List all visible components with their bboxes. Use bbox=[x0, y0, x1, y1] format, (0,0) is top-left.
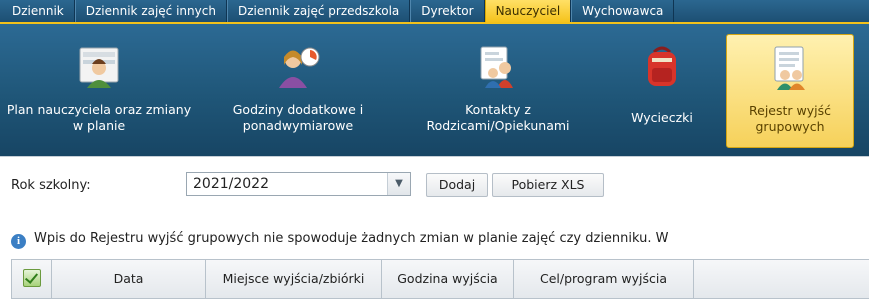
school-year-select[interactable]: 2021/2022 ▼ bbox=[186, 172, 411, 196]
ribbon-label: Rejestr wyjść grupowych bbox=[749, 103, 831, 134]
ribbon-label: Plan nauczyciela oraz zmiany w planie bbox=[6, 102, 192, 133]
column-header-place[interactable]: Miejsce wyjścia/zbiórki bbox=[206, 260, 382, 298]
filter-bar: Rok szkolny: 2021/2022 ▼ Dodaj Pobierz X… bbox=[0, 156, 869, 215]
info-icon: i bbox=[11, 234, 26, 249]
ribbon-trips-button[interactable]: Wycieczki bbox=[606, 34, 718, 148]
ribbon-label: Kontakty z Rodzicami/Opiekunami bbox=[426, 102, 570, 133]
ribbon-extra-hours-button[interactable]: Godziny dodatkowe i ponadwymiarowe bbox=[204, 34, 392, 148]
add-button[interactable]: Dodaj bbox=[426, 173, 488, 197]
group-outings-register-icon bbox=[774, 46, 805, 90]
info-message: i Wpis do Rejestru wyjść grupowych nie sp… bbox=[11, 229, 669, 249]
download-xls-button[interactable]: Pobierz XLS bbox=[492, 173, 604, 197]
ribbon-group-outings-button[interactable]: Rejestr wyjść grupowych bbox=[726, 34, 854, 148]
tab-dyrektor[interactable]: Dyrektor bbox=[410, 0, 485, 22]
extra-hours-icon bbox=[279, 47, 320, 88]
ribbon-label: Wycieczki bbox=[631, 110, 693, 125]
tab-dziennik-zajec-przedszkola[interactable]: Dziennik zajęć przedszkola bbox=[226, 0, 411, 22]
chevron-down-icon[interactable]: ▼ bbox=[387, 173, 410, 195]
module-tab-bar: Dziennik Dziennik zajęć innych Dziennik … bbox=[0, 0, 869, 22]
column-header-purpose[interactable]: Cel/program wyjścia bbox=[514, 260, 694, 298]
teacher-plan-icon bbox=[79, 47, 119, 88]
school-year-label: Rok szkolny: bbox=[11, 178, 91, 193]
select-all-cell bbox=[12, 260, 52, 298]
parent-contacts-icon bbox=[480, 46, 513, 88]
ribbon-label: Godziny dodatkowe i ponadwymiarowe bbox=[232, 102, 364, 133]
table-header: Data Miejsce wyjścia/zbiórki Godzina wyj… bbox=[11, 259, 869, 299]
tab-dziennik[interactable]: Dziennik bbox=[0, 0, 75, 22]
school-year-value: 2021/2022 bbox=[193, 176, 269, 192]
column-header-date[interactable]: Data bbox=[52, 260, 206, 298]
ribbon-teacher-plan-button[interactable]: Plan nauczyciela oraz zmiany w planie bbox=[4, 34, 194, 148]
column-header-departure-time[interactable]: Godzina wyjścia bbox=[382, 260, 514, 298]
select-all-checkbox-icon[interactable] bbox=[22, 269, 41, 287]
tab-dziennik-zajec-innych[interactable]: Dziennik zajęć innych bbox=[74, 0, 227, 22]
column-header-next bbox=[694, 260, 868, 298]
ribbon-toolbar: Plan nauczyciela oraz zmiany w planie Go… bbox=[0, 22, 869, 156]
info-text: Wpis do Rejestru wyjść grupowych nie spo… bbox=[34, 231, 669, 246]
tab-nauczyciel[interactable]: Nauczyciel bbox=[484, 0, 572, 22]
tab-wychowawca[interactable]: Wychowawca bbox=[571, 0, 675, 22]
backpack-icon bbox=[648, 46, 676, 86]
ribbon-parent-contacts-button[interactable]: Kontakty z Rodzicami/Opiekunami bbox=[398, 34, 598, 148]
